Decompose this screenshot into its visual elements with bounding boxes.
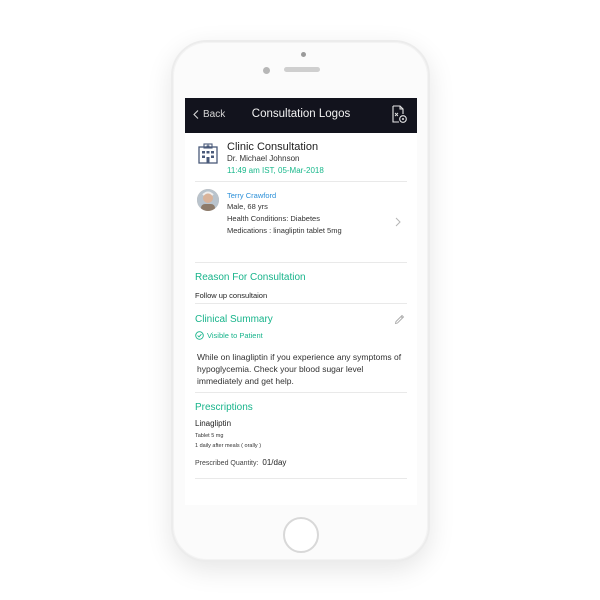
chevron-right-icon[interactable] bbox=[395, 217, 401, 227]
app-screen: Back Consultation Logos Clinic Consultat… bbox=[185, 98, 417, 505]
top-navigation-bar: Back Consultation Logos bbox=[185, 98, 417, 133]
page-title: Consultation Logos bbox=[251, 108, 351, 120]
avatar bbox=[197, 189, 219, 211]
summary-heading: Clinical Summary bbox=[195, 314, 273, 325]
prescriptions-heading: Prescriptions bbox=[195, 402, 253, 413]
patient-conditions: Health Conditions: Diabetes bbox=[227, 214, 320, 223]
patient-card[interactable]: Terry Crawford Male, 68 yrs Health Condi… bbox=[195, 182, 407, 263]
visibility-label: Visible to Patient bbox=[207, 331, 263, 340]
patient-name[interactable]: Terry Crawford bbox=[227, 191, 276, 200]
pencil-icon[interactable] bbox=[394, 314, 405, 325]
consultation-type: Clinic Consultation bbox=[227, 141, 319, 153]
prescriptions-section: Prescriptions Linagliptin Tablet 5 mg 1 … bbox=[195, 393, 407, 479]
patient-demographics: Male, 68 yrs bbox=[227, 202, 268, 211]
drug-instructions: 1 daily after meals ( orally ) bbox=[195, 443, 262, 449]
reason-section: Reason For Consultation Follow up consul… bbox=[195, 263, 407, 304]
quantity-label: Prescribed Quantity: bbox=[195, 460, 259, 467]
check-circle-icon bbox=[195, 331, 204, 340]
document-settings-icon[interactable] bbox=[391, 105, 408, 125]
reason-heading: Reason For Consultation bbox=[195, 272, 306, 283]
patient-medications: Medications : linagliptin tablet 5mg bbox=[227, 226, 342, 235]
reason-text: Follow up consultaion bbox=[195, 291, 268, 300]
clinical-summary-section: Clinical Summary Visible to Patient Whil… bbox=[195, 304, 407, 393]
prescribed-quantity: Prescribed Quantity: 01/day bbox=[195, 458, 286, 467]
consultation-header: Clinic Consultation Dr. Michael Johnson … bbox=[195, 133, 407, 182]
summary-text: While on linagliptin if you experience a… bbox=[197, 352, 402, 386]
visibility-status: Visible to Patient bbox=[195, 331, 263, 340]
front-camera bbox=[263, 67, 270, 74]
earpiece-speaker bbox=[284, 67, 320, 72]
home-button[interactable] bbox=[283, 517, 319, 553]
consultation-time: 11:49 am IST, 05-Mar-2018 bbox=[227, 166, 324, 175]
doctor-name: Dr. Michael Johnson bbox=[227, 154, 300, 163]
front-sensor bbox=[301, 52, 306, 57]
drug-name: Linagliptin bbox=[195, 419, 232, 428]
quantity-value: 01/day bbox=[262, 458, 287, 467]
clinic-building-icon bbox=[198, 143, 218, 164]
drug-dose: Tablet 5 mg bbox=[195, 433, 224, 439]
